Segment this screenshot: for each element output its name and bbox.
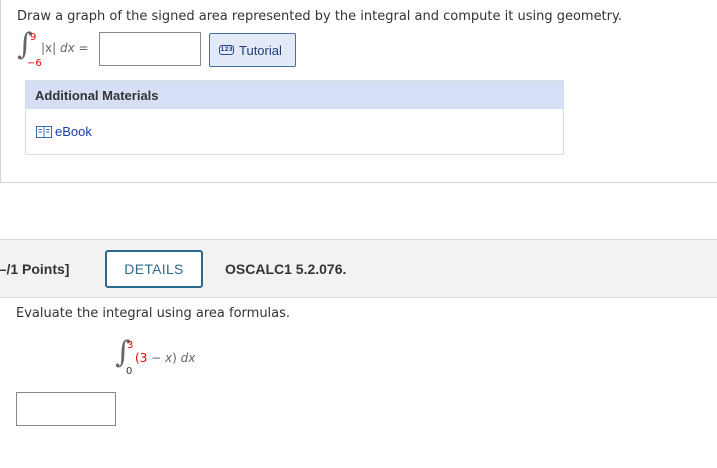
tutorial-button[interactable]: 123 Tutorial [209, 33, 296, 67]
question-1-panel: Draw a graph of the signed area represen… [0, 0, 717, 183]
question-2-code: OSCALC1 5.2.076. [225, 261, 347, 277]
book-icon [36, 125, 52, 138]
question-1-prompt: Draw a graph of the signed area represen… [17, 9, 622, 24]
integrand-minus: − [147, 351, 166, 365]
question-2-header: [–/1 Points] DETAILS OSCALC1 5.2.076. [0, 239, 717, 298]
integrand-close-paren: ) [172, 351, 177, 365]
integral-upper-limit: 9 [30, 32, 37, 43]
question-2-integral: ∫ 3 0 (3 − x) dx [115, 335, 215, 382]
tutorial-button-label: Tutorial [239, 42, 282, 58]
integrand-differential: dx [180, 351, 196, 365]
question-2-answer-input[interactable] [16, 392, 116, 426]
additional-materials-panel: Additional Materials eBook [25, 80, 564, 155]
integral-lower-limit: 0 [126, 366, 133, 377]
question-2-panel: Evaluate the integral using area formula… [0, 298, 717, 468]
integrand-differential: dx = [60, 41, 89, 55]
integral-lower-limit: −6 [27, 58, 42, 69]
integrand-expression: |x| [41, 41, 57, 55]
ebook-link[interactable]: eBook [36, 124, 92, 139]
additional-materials-header: Additional Materials [26, 81, 563, 109]
question-2-points: [–/1 Points] [0, 261, 70, 277]
ebook-label: eBook [55, 124, 92, 139]
123-icon: 123 [219, 45, 234, 55]
integrand: |x| dx = [41, 41, 89, 55]
question-1-answer-input[interactable] [99, 32, 201, 66]
question-2-prompt: Evaluate the integral using area formula… [16, 306, 291, 321]
details-button[interactable]: DETAILS [105, 250, 203, 288]
integral-upper-limit: 3 [127, 340, 134, 351]
integrand: (3 − x) dx [135, 351, 195, 365]
